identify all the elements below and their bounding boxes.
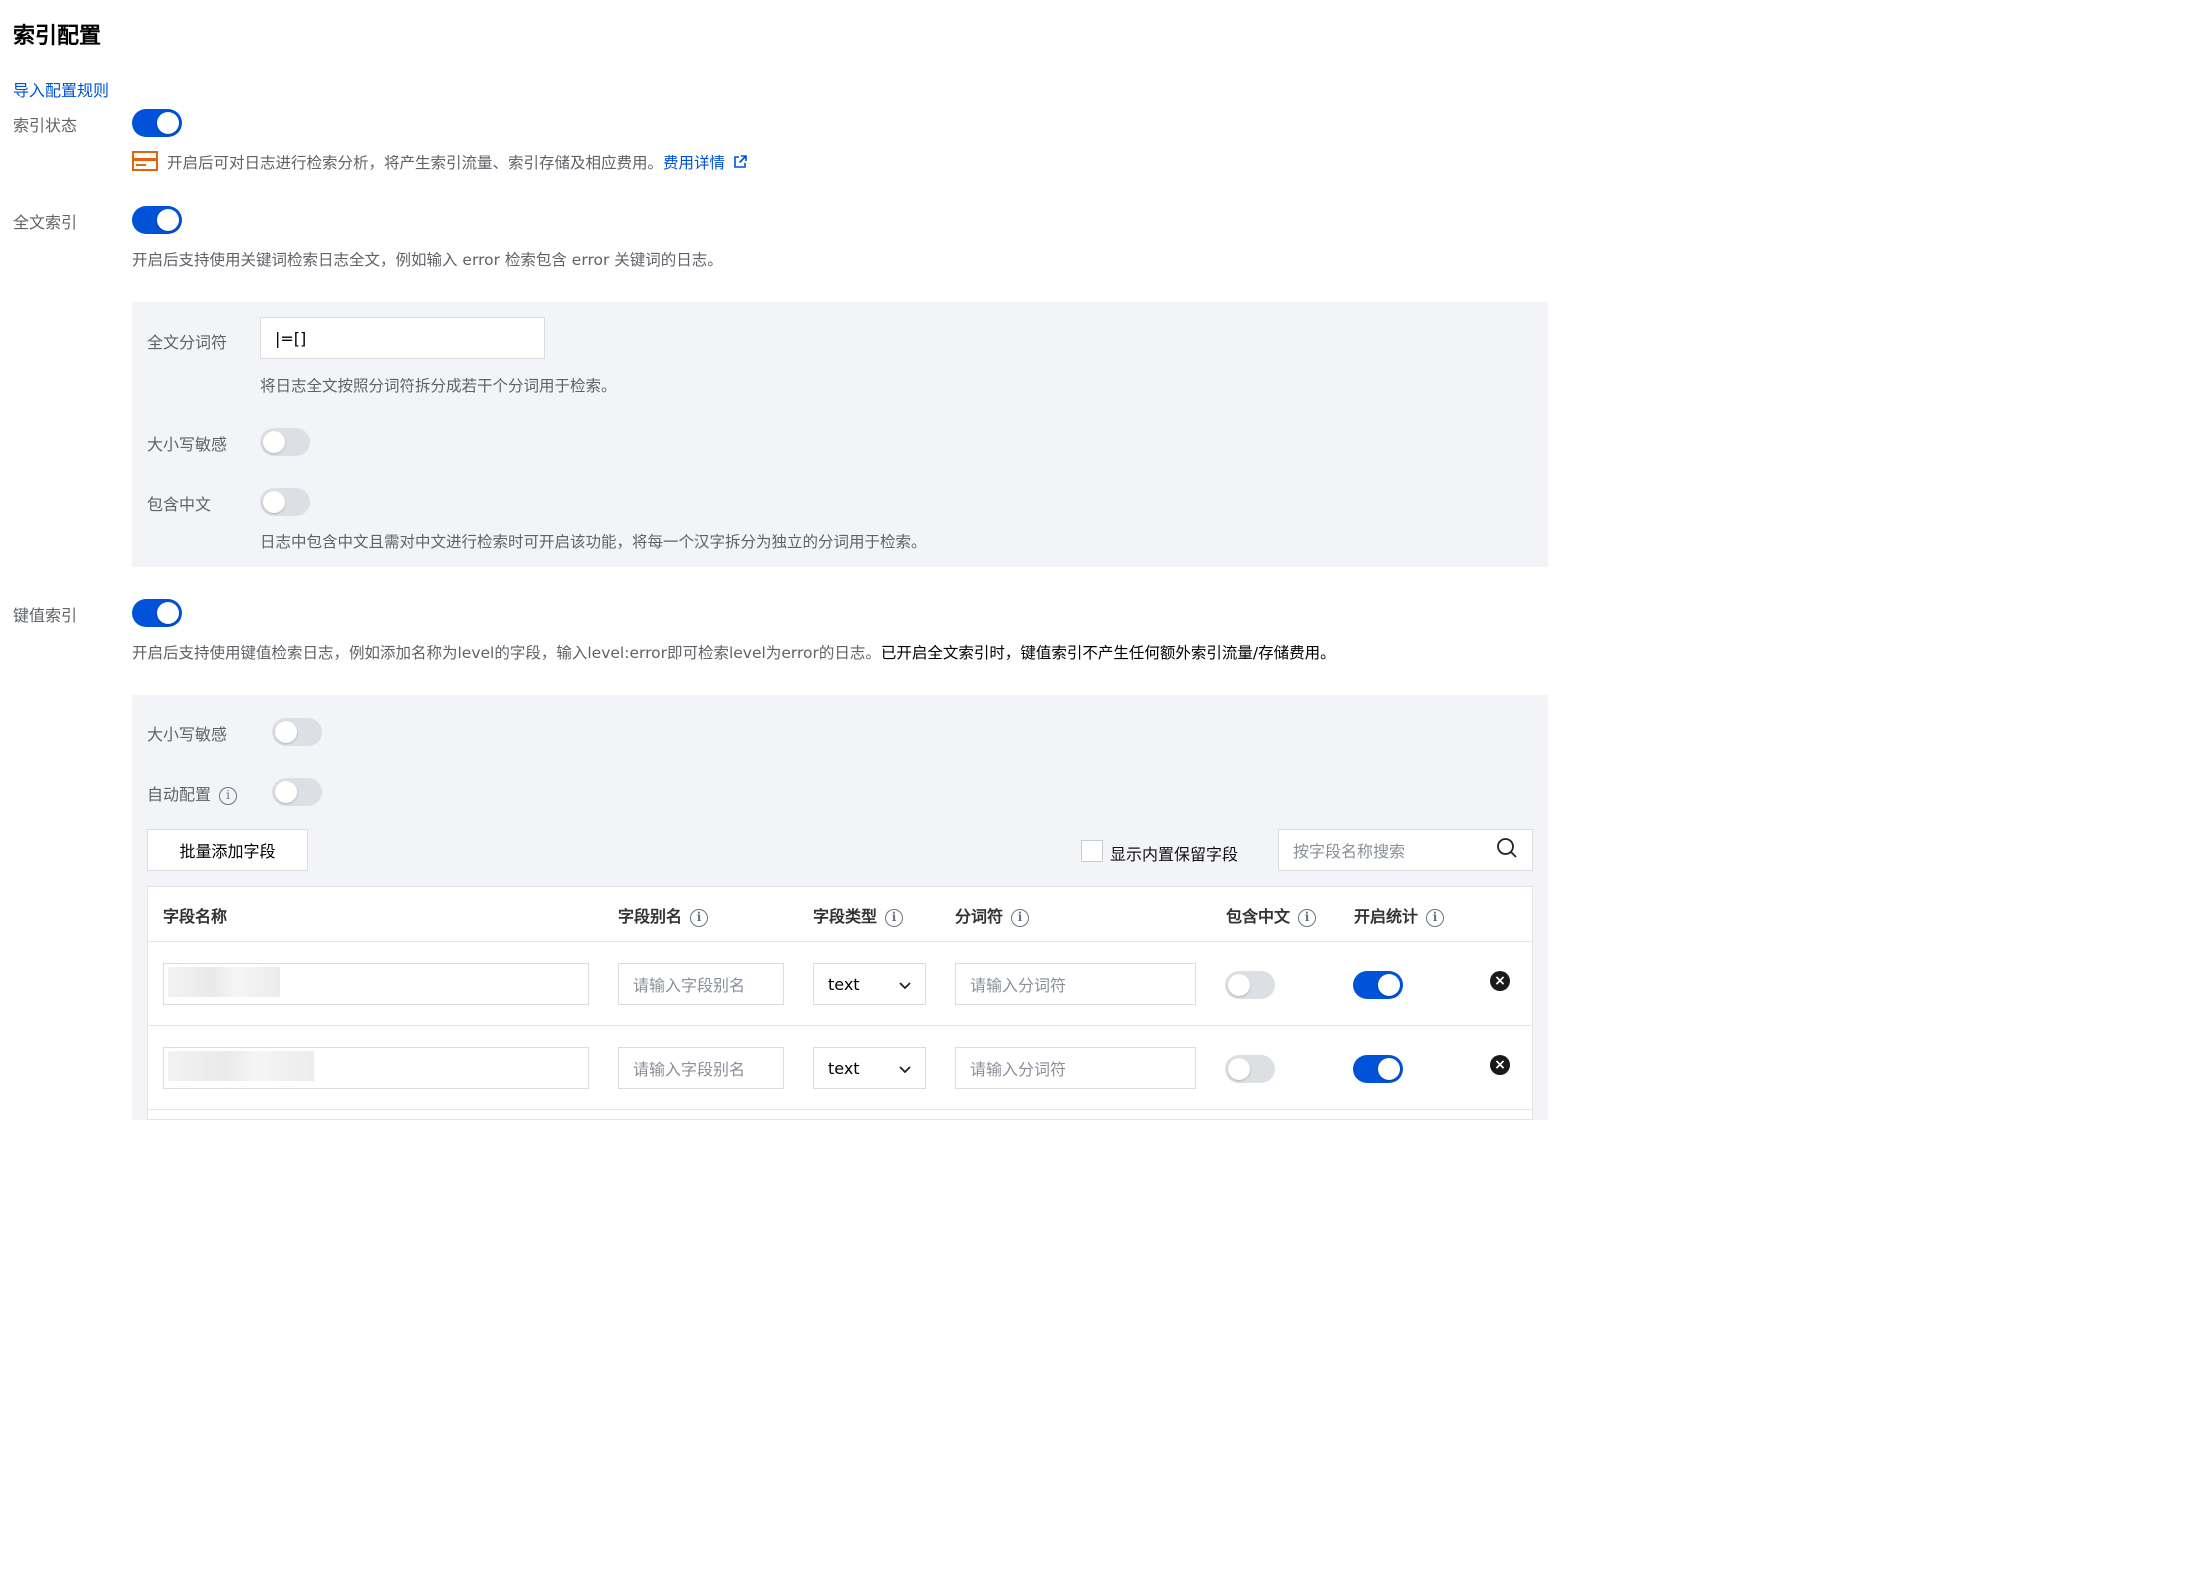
external-link-icon[interactable] — [733, 154, 747, 173]
index-status-notice: 开启后可对日志进行检索分析，将产生索引流量、索引存储及相应费用。费用详情 — [167, 151, 747, 173]
fulltext-tokenizer-input[interactable]: |=[] — [260, 317, 545, 359]
index-status-label: 索引状态 — [13, 116, 78, 135]
fulltext-case-label: 大小写敏感 — [147, 435, 228, 454]
field-type-select[interactable]: text — [813, 963, 926, 1005]
header-field-alias: 字段别名 i — [618, 903, 709, 927]
header-stats-text: 开启统计 — [1354, 907, 1419, 926]
header-tokenizer: 分词符 i — [955, 903, 1030, 927]
row-chinese-toggle[interactable] — [1225, 971, 1275, 999]
field-tokenizer-placeholder: 请输入分词符 — [970, 1060, 1067, 1079]
table-divider — [148, 1025, 1532, 1026]
kv-case-toggle[interactable] — [272, 718, 322, 746]
redacted-field-name — [168, 967, 280, 997]
show-builtin-checkbox[interactable] — [1081, 840, 1103, 862]
bulk-add-fields-button[interactable]: 批量添加字段 — [147, 829, 308, 871]
info-icon[interactable]: i — [219, 786, 238, 805]
chevron-down-icon — [899, 975, 911, 994]
kv-desc-text: 开启后支持使用键值检索日志，例如添加名称为level的字段，输入level:er… — [132, 644, 881, 662]
fulltext-desc: 开启后支持使用关键词检索日志全文，例如输入 error 检索包含 error 关… — [132, 251, 723, 269]
field-search-placeholder: 按字段名称搜索 — [1293, 842, 1406, 861]
field-type-select[interactable]: text — [813, 1047, 926, 1089]
kv-label: 键值索引 — [13, 606, 78, 625]
row-stats-toggle[interactable] — [1353, 1055, 1403, 1083]
table-divider — [148, 1109, 1532, 1110]
kv-toggle[interactable] — [132, 599, 182, 627]
kv-desc: 开启后支持使用键值检索日志，例如添加名称为level的字段，输入level:er… — [132, 641, 1336, 663]
info-icon[interactable]: i — [1426, 908, 1445, 927]
header-chinese: 包含中文 i — [1226, 903, 1317, 927]
info-icon[interactable]: i — [885, 908, 904, 927]
search-icon[interactable] — [1496, 837, 1518, 863]
field-search-input[interactable]: 按字段名称搜索 — [1278, 829, 1533, 871]
billing-icon — [132, 151, 158, 171]
header-stats: 开启统计 i — [1354, 903, 1445, 927]
import-config-link[interactable]: 导入配置规则 — [13, 77, 109, 101]
field-tokenizer-input[interactable]: 请输入分词符 — [955, 1047, 1196, 1089]
row-stats-toggle[interactable] — [1353, 971, 1403, 999]
kv-auto-toggle[interactable] — [272, 778, 322, 806]
field-type-value: text — [828, 974, 860, 994]
field-alias-input[interactable]: 请输入字段别名 — [618, 963, 784, 1005]
fulltext-toggle[interactable] — [132, 206, 182, 234]
kv-case-label: 大小写敏感 — [147, 725, 228, 744]
redacted-field-name — [168, 1051, 314, 1081]
field-type-value: text — [828, 1058, 860, 1078]
header-field-type: 字段类型 i — [813, 903, 904, 927]
field-tokenizer-placeholder: 请输入分词符 — [970, 976, 1067, 995]
header-field-alias-text: 字段别名 — [618, 907, 683, 926]
field-alias-placeholder: 请输入字段别名 — [633, 1060, 746, 1079]
close-icon[interactable]: × — [1490, 971, 1510, 991]
info-icon[interactable]: i — [1298, 908, 1317, 927]
header-field-type-text: 字段类型 — [813, 907, 878, 926]
field-alias-input[interactable]: 请输入字段别名 — [618, 1047, 784, 1089]
header-chinese-text: 包含中文 — [1226, 907, 1291, 926]
kv-auto-label: 自动配置 i — [147, 781, 238, 805]
fulltext-tokenizer-value: |=[] — [275, 328, 307, 348]
header-field-name-text: 字段名称 — [163, 907, 228, 926]
close-icon[interactable]: × — [1490, 1055, 1510, 1075]
index-status-toggle[interactable] — [132, 109, 182, 137]
header-field-name: 字段名称 — [163, 903, 227, 927]
fulltext-label: 全文索引 — [13, 213, 78, 232]
info-icon[interactable]: i — [1011, 908, 1030, 927]
fulltext-chinese-label: 包含中文 — [147, 495, 212, 514]
header-tokenizer-text: 分词符 — [955, 907, 1004, 926]
fulltext-case-toggle[interactable] — [260, 428, 310, 456]
kv-auto-label-text: 自动配置 — [147, 785, 212, 804]
fulltext-chinese-toggle[interactable] — [260, 488, 310, 516]
fulltext-chinese-desc: 日志中包含中文且需对中文进行检索时可开启该功能，将每一个汉字拆分为独立的分词用于… — [260, 533, 927, 551]
info-icon[interactable]: i — [690, 908, 709, 927]
field-tokenizer-input[interactable]: 请输入分词符 — [955, 963, 1196, 1005]
show-builtin-label: 显示内置保留字段 — [1110, 845, 1239, 864]
row-chinese-toggle[interactable] — [1225, 1055, 1275, 1083]
field-alias-placeholder: 请输入字段别名 — [633, 976, 746, 995]
fulltext-tokenizer-label: 全文分词符 — [147, 333, 228, 352]
kv-desc-strong: 已开启全文索引时，键值索引不产生任何额外索引流量/存储费用。 — [880, 644, 1336, 662]
chevron-down-icon — [899, 1059, 911, 1078]
page-title: 索引配置 — [13, 24, 102, 49]
table-divider — [148, 941, 1532, 942]
fulltext-tokenizer-desc: 将日志全文按照分词符拆分成若干个分词用于检索。 — [260, 377, 617, 395]
fee-details-link[interactable]: 费用详情 — [663, 154, 725, 172]
index-status-notice-text: 开启后可对日志进行检索分析，将产生索引流量、索引存储及相应费用。 — [167, 154, 664, 172]
